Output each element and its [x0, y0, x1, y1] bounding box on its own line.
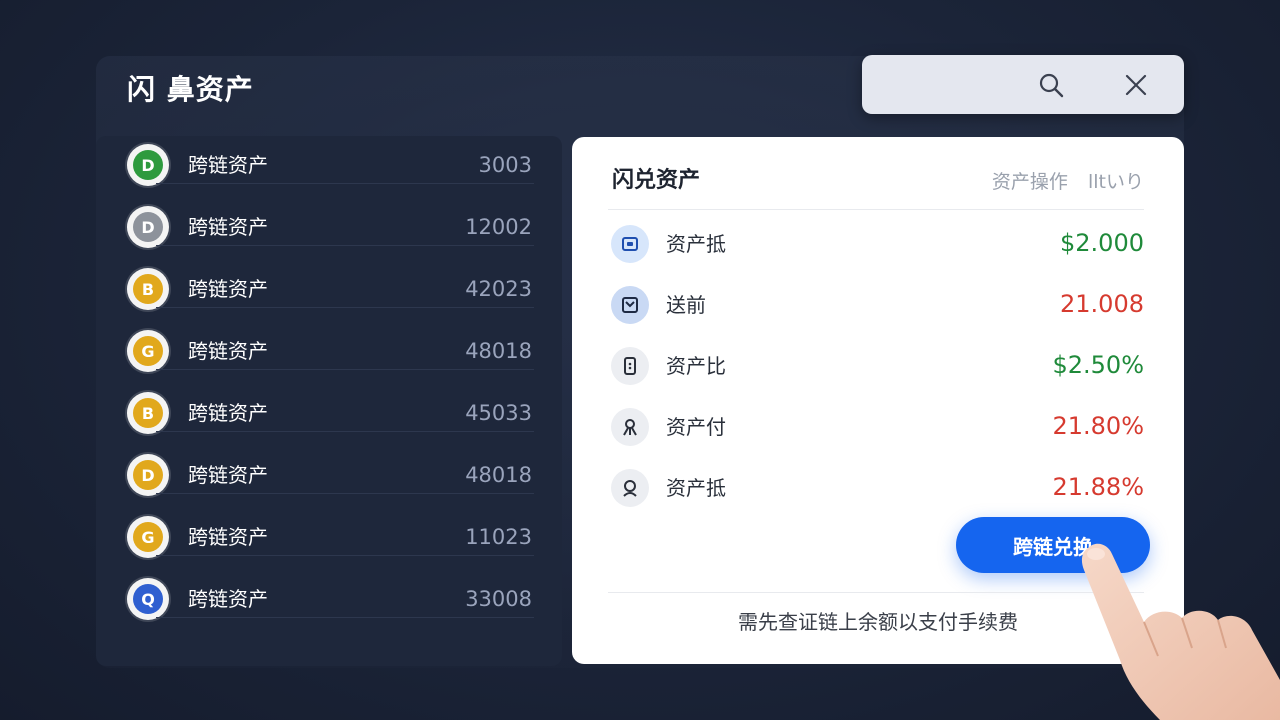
wallet-icon: [611, 225, 649, 263]
gold-coin-icon: G: [127, 330, 169, 372]
asset-list-item[interactable]: D 跨链资产 48018: [96, 432, 562, 496]
detail-row[interactable]: 资产付 21.80%: [572, 396, 1184, 457]
detail-value: 21.008: [1060, 290, 1144, 318]
asset-name: 跨链资产: [188, 587, 268, 611]
detail-value: 21.80%: [1052, 412, 1144, 440]
asset-name: 跨链资产: [188, 525, 268, 549]
silver-coin-icon: D: [127, 206, 169, 248]
card-title: 闪兑资产: [612, 168, 701, 193]
blue-coin-icon: Q: [127, 578, 169, 620]
node-icon: [611, 408, 649, 446]
asset-amount: 11023: [465, 525, 532, 549]
detail-label: 资产抵: [666, 232, 726, 256]
asset-list-item[interactable]: B 跨链资产 42023: [96, 246, 562, 310]
search-box[interactable]: [862, 55, 1184, 114]
detail-row[interactable]: 资产抵 21.88%: [572, 457, 1184, 518]
search-icon[interactable]: [1038, 72, 1064, 98]
close-icon[interactable]: [1124, 73, 1148, 97]
gold-coin-icon: G: [127, 516, 169, 558]
asset-name: 跨链资产: [188, 277, 268, 301]
asset-name: 跨链资产: [188, 401, 268, 425]
asset-amount: 42023: [465, 277, 532, 301]
green-coin-icon: D: [127, 144, 169, 186]
asset-amount: 33008: [465, 587, 532, 611]
detail-value: 21.88%: [1052, 473, 1144, 501]
asset-list-item[interactable]: G 跨链资产 11023: [96, 494, 562, 558]
detail-label: 资产抵: [666, 476, 726, 500]
asset-operation-link[interactable]: 资产操作: [992, 171, 1068, 193]
secondary-action-link[interactable]: lltいり: [1088, 171, 1144, 193]
asset-list: D 跨链资产 3003 D 跨链资产 12002 B 跨链资产 42023 G 跨链资产 48018 B…: [96, 136, 562, 666]
clipboard-icon: [611, 286, 649, 324]
asset-amount: 45033: [465, 401, 532, 425]
gold-coin-icon: D: [127, 454, 169, 496]
asset-amount: 3003: [478, 153, 532, 177]
person-icon: [611, 469, 649, 507]
card-actions: 资产操作 lltいり: [992, 167, 1144, 197]
page-title: 闪 鼻资产: [127, 73, 254, 106]
asset-list-item[interactable]: D 跨链资产 3003: [96, 136, 562, 186]
asset-list-item[interactable]: G 跨链资产 48018: [96, 308, 562, 372]
detail-row[interactable]: 资产抵 $2.000: [572, 213, 1184, 274]
asset-list-item[interactable]: Q 跨链资产 33008: [96, 556, 562, 620]
asset-name: 跨链资产: [188, 153, 268, 177]
gold-coin-icon: B: [127, 268, 169, 310]
detail-label: 资产比: [666, 354, 726, 378]
pointing-hand-image: [1081, 543, 1280, 720]
asset-name: 跨链资产: [188, 463, 268, 487]
detail-label: 资产付: [666, 415, 726, 439]
asset-list-item[interactable]: D 跨链资产 12002: [96, 184, 562, 248]
asset-amount: 48018: [465, 463, 532, 487]
row-divider: [156, 617, 534, 618]
detail-value: $2.50%: [1052, 351, 1144, 379]
detail-row[interactable]: 资产比 $2.50%: [572, 335, 1184, 396]
asset-amount: 48018: [465, 339, 532, 363]
white-gold-coin-icon: B: [127, 392, 169, 434]
card-divider: [608, 209, 1144, 210]
detail-label: 送前: [666, 293, 706, 317]
detail-value: $2.000: [1060, 229, 1144, 257]
phone-icon: [611, 347, 649, 385]
asset-name: 跨链资产: [188, 215, 268, 239]
detail-row[interactable]: 送前 21.008: [572, 274, 1184, 335]
asset-amount: 12002: [465, 215, 532, 239]
asset-name: 跨链资产: [188, 339, 268, 363]
asset-list-item[interactable]: B 跨链资产 45033: [96, 370, 562, 434]
